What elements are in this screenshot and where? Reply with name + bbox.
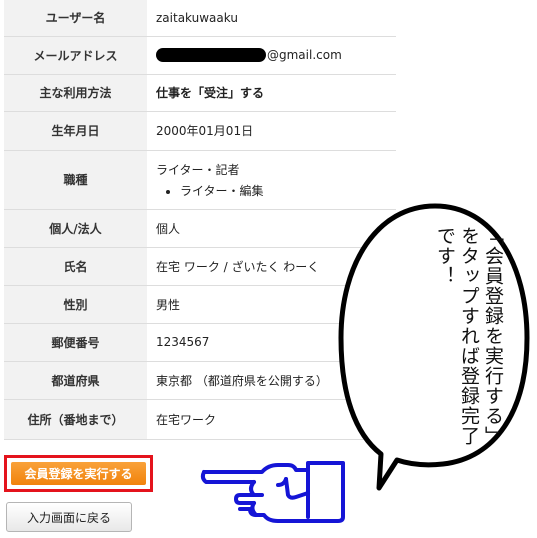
value-username: zaitakuwaaku	[147, 0, 396, 37]
label-username: ユーザー名	[4, 0, 147, 37]
email-domain: @gmail.com	[267, 47, 342, 62]
row-usage: 主な利用方法 仕事を「受注」する	[4, 74, 396, 112]
pointing-hand-icon	[200, 461, 345, 523]
label-gender: 性別	[4, 285, 147, 324]
occupation-sub-list: ライター・編集	[156, 182, 396, 199]
bubble-instruction-text: 「会員登録を実行する」をタップすれば登録完了です！	[434, 226, 504, 446]
value-usage: 仕事を「受注」する	[147, 74, 396, 112]
row-email: メールアドレス @gmail.com	[4, 36, 396, 75]
back-to-input-button[interactable]: 入力画面に戻る	[6, 502, 132, 532]
label-occupation: 職種	[4, 150, 147, 210]
occupation-main: ライター・記者	[156, 162, 240, 177]
redaction-mask	[156, 48, 266, 63]
value-birthdate: 2000年01月01日	[147, 111, 396, 151]
row-birthdate: 生年月日 2000年01月01日	[4, 111, 396, 151]
value-email: @gmail.com	[147, 36, 396, 75]
row-username: ユーザー名 zaitakuwaaku	[4, 0, 396, 37]
label-name: 氏名	[4, 247, 147, 286]
register-button-highlight: 会員登録を実行する	[4, 455, 153, 492]
label-entity-type: 個人/法人	[4, 209, 147, 248]
register-button[interactable]: 会員登録を実行する	[11, 462, 146, 485]
label-postal-code: 郵便番号	[4, 323, 147, 362]
label-address: 住所（番地まで）	[4, 399, 147, 440]
label-birthdate: 生年月日	[4, 111, 147, 151]
occupation-sub-item: ライター・編集	[180, 182, 396, 199]
label-usage: 主な利用方法	[4, 74, 147, 112]
label-prefecture: 都道府県	[4, 361, 147, 400]
label-email: メールアドレス	[4, 36, 147, 75]
